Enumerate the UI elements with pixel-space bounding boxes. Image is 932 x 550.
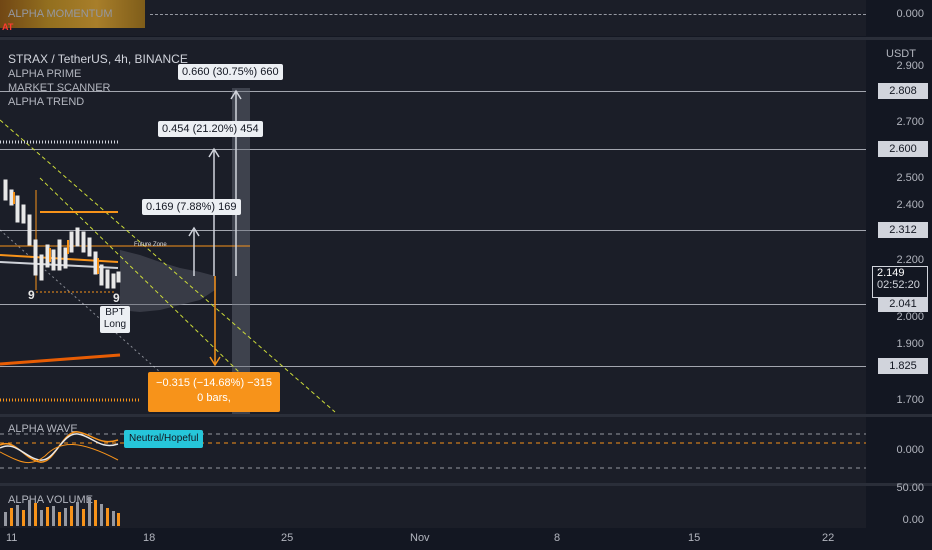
volume-bars [4, 497, 120, 526]
price-tick: 2.000 [896, 311, 924, 323]
level-badge: 2.312 [878, 222, 928, 238]
price-tick: 2.500 [896, 172, 924, 184]
price-tick: 1.900 [896, 338, 924, 350]
price-tick: 2.200 [896, 254, 924, 266]
time-label: 11 [6, 532, 18, 544]
time-label: 18 [143, 532, 156, 544]
time-label: 15 [688, 532, 701, 544]
current-price-tag: 2.149 02:52:20 [872, 266, 928, 298]
volume-tick: 50.00 [896, 482, 924, 494]
price-tick: 2.400 [896, 199, 924, 211]
level-badge: 2.808 [878, 83, 928, 99]
time-axis[interactable] [0, 528, 932, 550]
level-badge: 2.600 [878, 141, 928, 157]
current-price: 2.149 [877, 267, 905, 279]
wave-axis-label: 0.000 [896, 444, 924, 456]
time-label: 8 [554, 532, 561, 544]
bar-countdown: 02:52:20 [877, 279, 920, 291]
momentum-axis-label: 0.000 [896, 8, 924, 20]
price-tick: 2.900 [896, 60, 924, 72]
time-label: 25 [281, 532, 294, 544]
price-tick: 2.700 [896, 116, 924, 128]
level-badge: 2.041 [878, 296, 928, 312]
time-label: Nov [410, 532, 430, 544]
price-tick: 1.700 [896, 394, 924, 406]
volume-tick: 0.00 [902, 514, 924, 526]
time-label: 22 [822, 532, 835, 544]
currency-label: USDT [886, 48, 916, 60]
level-badge: 1.825 [878, 358, 928, 374]
